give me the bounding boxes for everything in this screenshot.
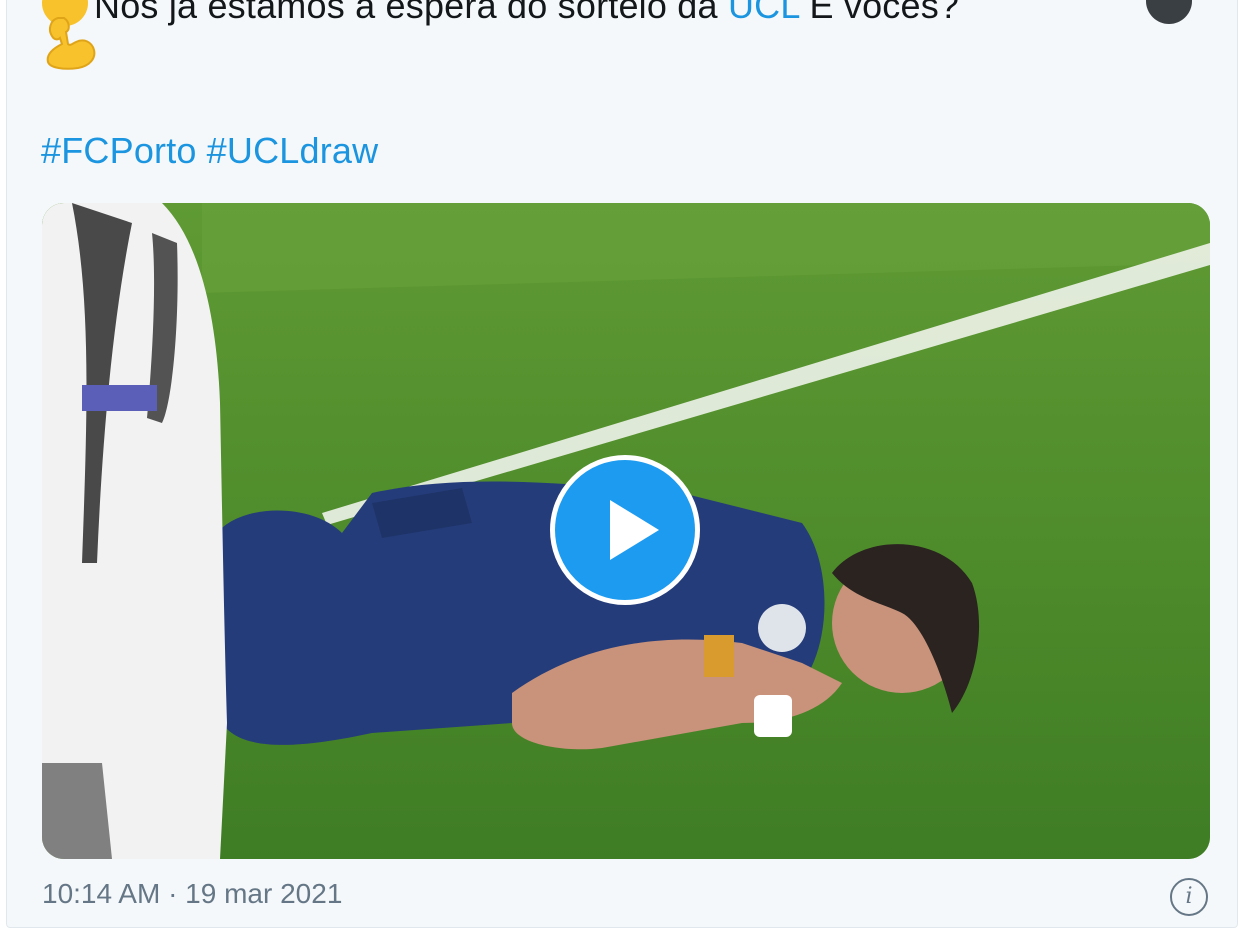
tweet-text-start: Nós já estamos à espera do sorteio da	[94, 0, 718, 26]
play-icon	[610, 500, 659, 560]
tweet-text-end: E vocês?	[809, 0, 960, 26]
tweet-text: Nós já estamos à espera do sorteio da UC…	[42, 0, 959, 27]
info-icon[interactable]: i	[1170, 878, 1208, 916]
flexed-biceps-emoji-icon	[46, 17, 96, 70]
hashtag-fcporto[interactable]: #FCPorto	[41, 130, 197, 171]
hashtags: #FCPorto #UCLdraw	[41, 130, 388, 172]
mention-link[interactable]: UCL	[728, 0, 799, 26]
play-button[interactable]	[550, 455, 700, 605]
tweet-timestamp[interactable]: 10:14 AM · 19 mar 2021	[42, 878, 342, 910]
hashtag-ucldraw[interactable]: #UCLdraw	[207, 130, 379, 171]
